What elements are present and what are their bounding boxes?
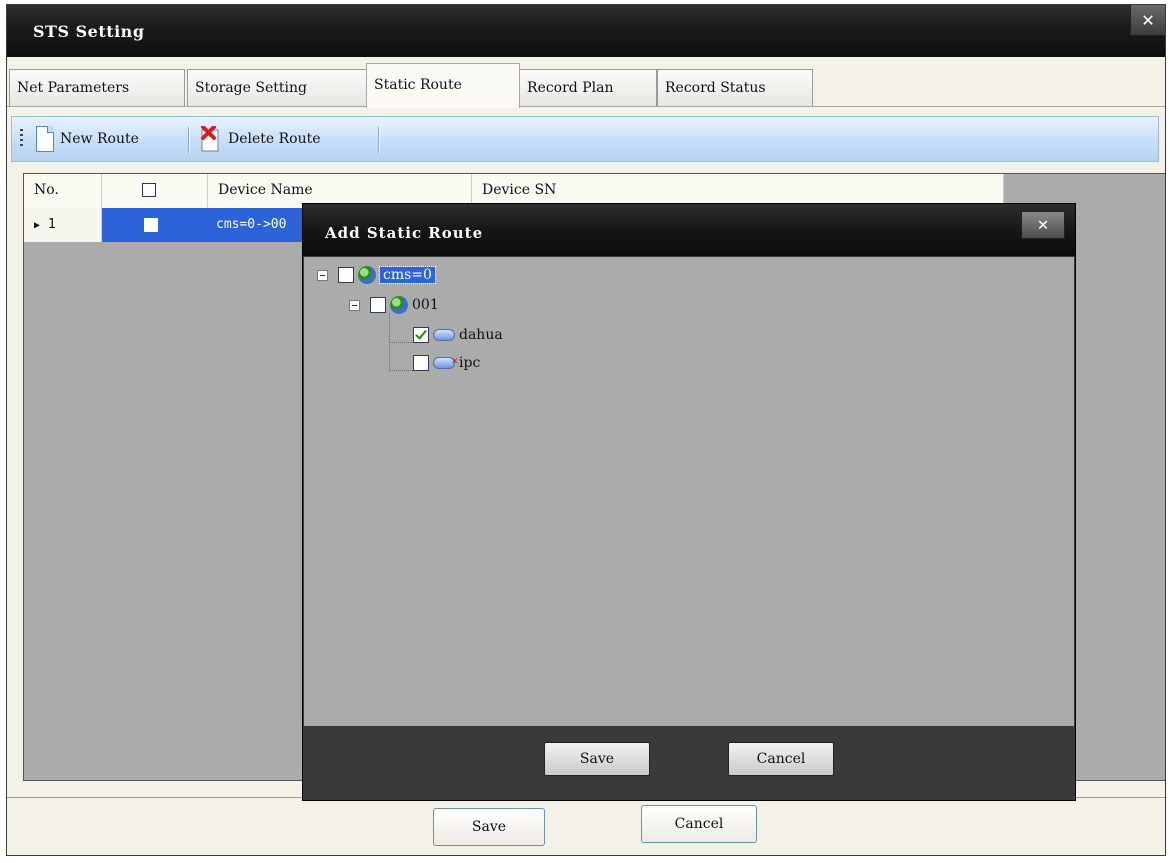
column-header-no[interactable]: No. — [24, 174, 102, 208]
tab-record-status[interactable]: Record Status — [657, 69, 813, 107]
tab-static-route[interactable]: Static Route — [366, 63, 520, 108]
tree-node-cms[interactable]: cms=0 — [317, 263, 436, 287]
device-tree: cms=0 001 dahua ipc — [304, 257, 1074, 726]
cancel-button[interactable]: Cancel — [641, 805, 757, 843]
title-bar[interactable]: STS Setting ✕ — [7, 5, 1165, 57]
toolbar-separator — [378, 127, 380, 153]
row-select-cell — [102, 208, 208, 242]
window-close-button[interactable]: ✕ — [1130, 5, 1165, 36]
route-toolbar: New Route Delete Route — [11, 116, 1159, 162]
row-checkbox[interactable] — [144, 217, 158, 232]
toolbar-separator — [188, 127, 190, 153]
tab-divider — [7, 106, 1165, 107]
row-number-cell: ▶ 1 — [24, 208, 102, 242]
dialog-footer: Save Cancel — [303, 726, 1075, 800]
tree-node-ipc[interactable]: ipc — [413, 351, 480, 375]
dialog-title-bar[interactable]: Add Static Route ✕ — [303, 204, 1075, 256]
delete-route-button[interactable]: Delete Route — [200, 123, 321, 155]
delete-route-label: Delete Route — [228, 131, 321, 147]
tab-label: Record Plan — [527, 80, 614, 96]
tab-net-parameters[interactable]: Net Parameters — [9, 69, 185, 107]
new-route-button[interactable]: New Route — [36, 123, 139, 155]
tree-node-001[interactable]: 001 — [349, 293, 439, 317]
camera-online-icon — [433, 329, 455, 341]
new-route-label: New Route — [60, 131, 139, 147]
dialog-save-button[interactable]: Save — [544, 742, 650, 776]
toolbar-grip-icon[interactable] — [20, 129, 23, 149]
column-header-select[interactable] — [102, 174, 208, 208]
globe-icon — [358, 266, 376, 284]
dialog-cancel-button[interactable]: Cancel — [728, 742, 834, 776]
tab-storage-setting[interactable]: Storage Setting — [187, 69, 367, 107]
tree-node-label[interactable]: dahua — [459, 327, 503, 343]
delete-x-icon — [200, 125, 222, 152]
tab-label: Net Parameters — [17, 80, 130, 96]
row-number: 1 — [47, 217, 56, 232]
globe-icon — [390, 296, 408, 314]
close-icon: ✕ — [1037, 214, 1049, 235]
tab-record-plan[interactable]: Record Plan — [519, 69, 657, 107]
dialog-title: Add Static Route — [325, 224, 484, 242]
tree-node-dahua[interactable]: dahua — [413, 323, 503, 347]
tree-connector — [389, 342, 413, 343]
tree-node-label[interactable]: cms=0 — [379, 266, 436, 284]
new-document-icon — [36, 126, 54, 152]
select-all-checkbox[interactable] — [142, 183, 156, 197]
camera-offline-icon — [433, 354, 458, 369]
tree-node-label[interactable]: 001 — [412, 297, 439, 313]
window-title: STS Setting — [33, 22, 145, 41]
collapse-icon[interactable] — [317, 269, 328, 281]
tab-label: Record Status — [665, 80, 766, 96]
tree-checkbox[interactable] — [413, 327, 429, 343]
tree-checkbox[interactable] — [413, 355, 429, 371]
tab-label: Storage Setting — [195, 80, 307, 96]
save-button[interactable]: Save — [433, 808, 545, 846]
row-pointer-icon: ▶ — [34, 220, 41, 231]
tree-connector — [389, 370, 413, 371]
tab-label: Static Route — [374, 77, 462, 93]
tree-checkbox[interactable] — [370, 297, 386, 313]
close-icon: ✕ — [1141, 7, 1155, 31]
tree-checkbox[interactable] — [338, 267, 354, 283]
dialog-close-button[interactable]: ✕ — [1021, 211, 1065, 239]
tree-node-label[interactable]: ipc — [459, 355, 480, 371]
collapse-icon[interactable] — [349, 299, 360, 311]
add-static-route-dialog: Add Static Route ✕ cms=0 001 dahua ✕ ipc… — [302, 203, 1076, 801]
